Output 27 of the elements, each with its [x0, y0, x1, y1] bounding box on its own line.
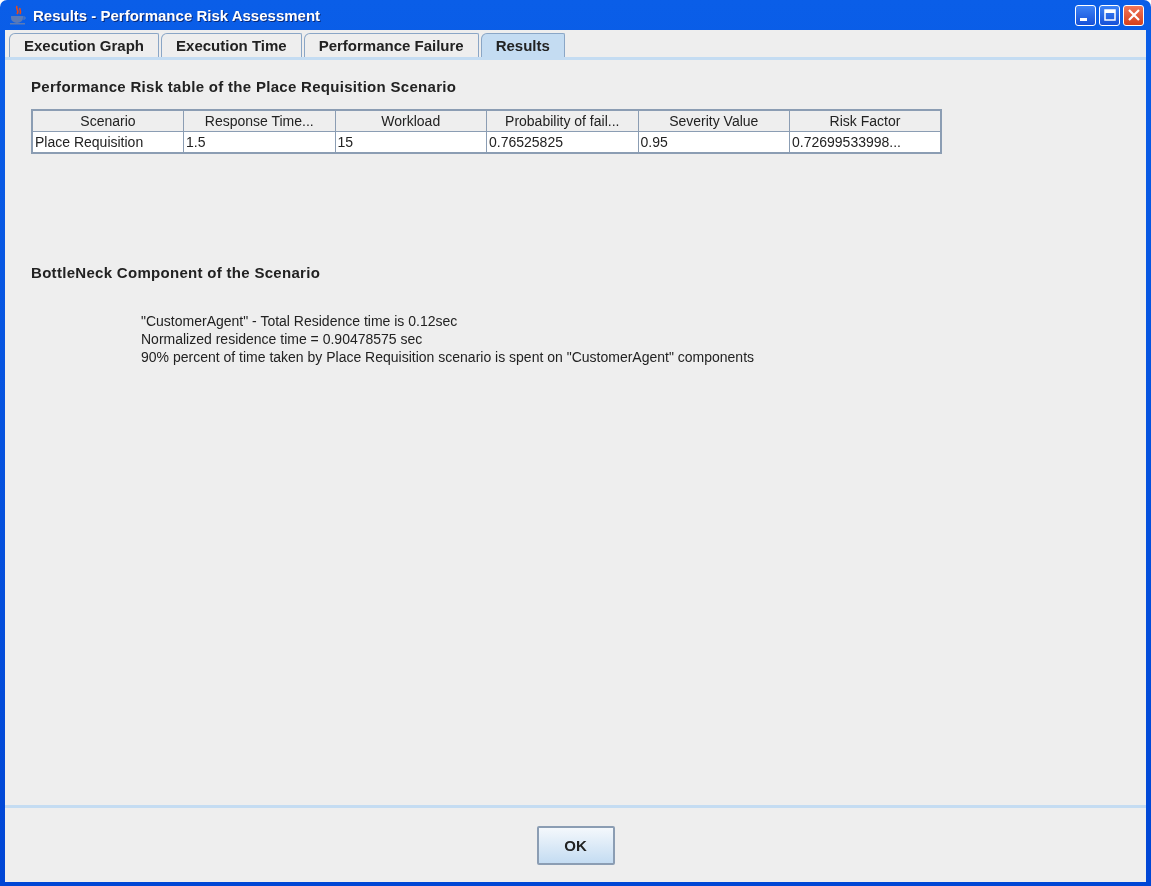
maximize-button[interactable]: [1099, 4, 1120, 26]
close-icon: [1127, 9, 1140, 21]
table-title: Performance Risk table of the Place Requisition Scenario: [31, 78, 458, 95]
result-text: "CustomerAgent" - Total Residence time is 0.12sec: [141, 313, 459, 329]
tab[interactable]: Execution Time: [161, 33, 302, 57]
column-header[interactable]: Response Time...: [183, 110, 335, 132]
result-text: Normalized residence time = 0.90478575 sec: [141, 331, 424, 347]
column-header[interactable]: Workload: [335, 110, 487, 132]
column-header[interactable]: Scenario: [32, 110, 184, 132]
column-header[interactable]: Severity Value: [638, 110, 790, 132]
maximize-icon: [1103, 9, 1116, 21]
table-cell: 0.76525825: [486, 131, 638, 153]
table-cell: 15: [335, 131, 487, 153]
column-header[interactable]: Risk Factor: [789, 110, 941, 132]
ok-button[interactable]: OK: [536, 825, 615, 865]
result-text: 90% percent of time taken by Place Requisition scenario is spent on "CustomerAgent" components: [141, 349, 756, 365]
minimize-button[interactable]: [1075, 4, 1096, 26]
close-button[interactable]: [1123, 4, 1144, 26]
tab[interactable]: Results: [480, 33, 565, 57]
coffee-cup-icon: [9, 5, 27, 25]
window-title: Results - Performance Risk Assessment: [33, 6, 322, 24]
minimize-icon: [1080, 18, 1087, 21]
column-header[interactable]: Probability of fail...: [486, 110, 638, 132]
tab[interactable]: Performance Failure: [303, 33, 479, 57]
tab[interactable]: Execution Graph: [9, 33, 160, 57]
section-title: BottleNeck Component of the Scenario: [31, 264, 322, 281]
table-cell: 0.95: [638, 131, 790, 153]
